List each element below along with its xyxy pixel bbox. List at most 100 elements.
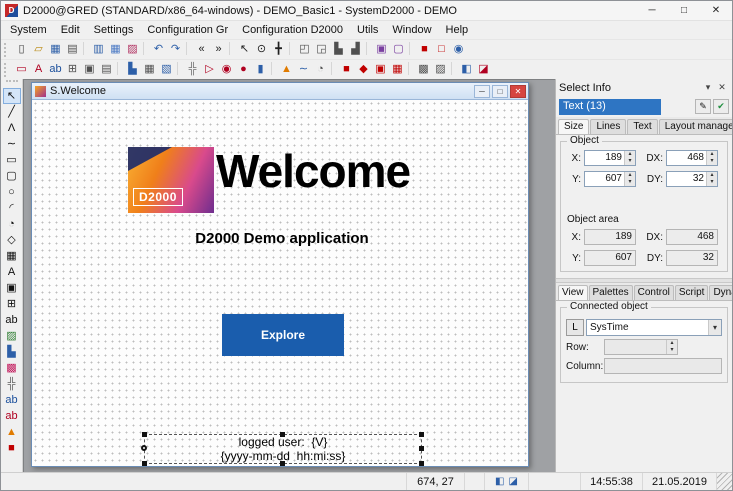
- selected-object-item[interactable]: Text (13): [559, 99, 661, 115]
- arc-tool-icon[interactable]: ◜: [3, 200, 21, 216]
- pie-tool-icon[interactable]: ◔: [3, 216, 21, 232]
- picture-canvas[interactable]: D2000 Welcome D2000 Demo application Exp…: [32, 100, 528, 466]
- child-close-button[interactable]: ✕: [510, 85, 526, 98]
- bitmap-tool-icon[interactable]: ▨: [3, 328, 21, 344]
- entry-field-object-icon[interactable]: ab: [47, 62, 64, 78]
- connected-object-combo[interactable]: SysTime ▾: [586, 319, 722, 336]
- doc-close-icon[interactable]: ◪: [475, 62, 492, 78]
- rectangle-tool-icon[interactable]: ▭: [3, 152, 21, 168]
- polygon-tool-icon[interactable]: ◇: [3, 232, 21, 248]
- tab-lines[interactable]: Lines: [590, 119, 626, 134]
- display-object-icon[interactable]: ▭: [13, 62, 30, 78]
- group-objects-icon[interactable]: ▣: [373, 42, 390, 58]
- text-tool-icon[interactable]: A: [3, 264, 21, 280]
- button-tool-icon[interactable]: ⊞: [3, 296, 21, 312]
- previous-picture-icon[interactable]: «: [193, 42, 210, 58]
- menu-item-utils[interactable]: Utils: [350, 21, 385, 39]
- tab-palettes[interactable]: Palettes: [589, 285, 633, 300]
- text-object-icon[interactable]: A: [30, 62, 47, 78]
- status-objects-icon[interactable]: ◪: [509, 476, 518, 487]
- panel-close-icon[interactable]: ✕: [715, 82, 729, 93]
- welcome-text-object[interactable]: Welcome: [216, 144, 410, 198]
- selected-text-object[interactable]: logged user: {V} {yyyy-mm-dd hh:mi:ss}: [144, 434, 422, 464]
- meter-object-icon[interactable]: ◔: [312, 62, 329, 78]
- line-tool-icon[interactable]: ╱: [3, 104, 21, 120]
- child-minimize-button[interactable]: ─: [474, 85, 490, 98]
- dy-spinbox[interactable]: 32▴▾: [666, 171, 718, 187]
- x-spinbox[interactable]: 189▴▾: [584, 150, 636, 166]
- object-info-icon[interactable]: ◉: [450, 42, 467, 58]
- window-titlebar[interactable]: D D2000@GRED (STANDARD/x86_64-windows) -…: [1, 1, 732, 21]
- align-left-icon[interactable]: ▙: [330, 42, 347, 58]
- bring-to-front-icon[interactable]: ◰: [296, 42, 313, 58]
- palette-grip[interactable]: [6, 80, 18, 87]
- redo-icon[interactable]: ↷: [167, 42, 184, 58]
- alarm-tool-icon[interactable]: ▲: [3, 424, 21, 440]
- send-to-back-icon[interactable]: ◲: [313, 42, 330, 58]
- grid-settings-icon[interactable]: ▦: [107, 42, 124, 58]
- ungroup-objects-icon[interactable]: ▢: [390, 42, 407, 58]
- layers-icon[interactable]: ▨: [432, 62, 449, 78]
- menu-item-edit[interactable]: Edit: [54, 21, 87, 39]
- checkbox-object-icon[interactable]: ▣: [81, 62, 98, 78]
- grid-tool-icon[interactable]: ▦: [3, 248, 21, 264]
- new-picture-icon[interactable]: ▯: [13, 42, 30, 58]
- pan-mode-icon[interactable]: ╋: [270, 42, 287, 58]
- mdi-workspace[interactable]: S.Welcome ─□✕ D2000 Welcome D2000 Demo a…: [23, 79, 555, 472]
- tab-script[interactable]: Script: [675, 285, 709, 300]
- curve-tool-icon[interactable]: ∼: [3, 136, 21, 152]
- align-right-icon[interactable]: ▟: [347, 42, 364, 58]
- toolbar-grip[interactable]: [4, 43, 9, 57]
- structure-tool-icon[interactable]: ■: [3, 440, 21, 456]
- open-picture-icon[interactable]: ▱: [30, 42, 47, 58]
- print-icon[interactable]: ▤: [64, 42, 81, 58]
- ellipse-tool-icon[interactable]: ○: [3, 184, 21, 200]
- entry-tool-icon[interactable]: ab: [3, 312, 21, 328]
- selection-anchor-handle[interactable]: [141, 445, 147, 451]
- graph-tool-icon[interactable]: ▙: [3, 344, 21, 360]
- disconnect-object-icon[interactable]: □: [433, 42, 450, 58]
- scheme-icon[interactable]: ▩: [415, 62, 432, 78]
- menu-item-window[interactable]: Window: [385, 21, 438, 39]
- tab-view[interactable]: View: [558, 285, 588, 300]
- select-mode-icon[interactable]: ↖: [236, 42, 253, 58]
- frame-object-icon[interactable]: ▣: [372, 62, 389, 78]
- next-picture-icon[interactable]: »: [210, 42, 227, 58]
- pipe-object-icon[interactable]: ╬: [184, 62, 201, 78]
- selection-handle[interactable]: [419, 432, 424, 437]
- connect-object-icon[interactable]: ■: [416, 42, 433, 58]
- confirm-icon[interactable]: ✔: [713, 99, 729, 114]
- alarm-object-icon[interactable]: ▲: [278, 62, 295, 78]
- combo-object-icon[interactable]: ▤: [98, 62, 115, 78]
- menu-item-settings[interactable]: Settings: [87, 21, 141, 39]
- trend-object-icon[interactable]: ∼: [295, 62, 312, 78]
- minimize-button[interactable]: ─: [636, 1, 668, 20]
- doc-info-icon[interactable]: ◧: [458, 62, 475, 78]
- grid-object-icon[interactable]: ▦: [389, 62, 406, 78]
- resize-grip[interactable]: [717, 473, 732, 490]
- frame-3d-tool-icon[interactable]: ▣: [3, 280, 21, 296]
- tab-dynamics[interactable]: Dynamics: [709, 285, 732, 300]
- pointer-tool-icon[interactable]: ↖: [3, 88, 21, 104]
- selection-handle[interactable]: [142, 432, 147, 437]
- explore-button[interactable]: Explore: [222, 314, 344, 356]
- zoom-mode-icon[interactable]: ⊙: [253, 42, 270, 58]
- tab-layout-manager[interactable]: Layout manager: [659, 119, 732, 134]
- y-spin-buttons[interactable]: ▴▾: [624, 172, 635, 186]
- tab-size[interactable]: Size: [558, 119, 589, 134]
- menu-item-configuration-gr[interactable]: Configuration Gr: [140, 21, 235, 39]
- x-spin-buttons[interactable]: ▴▾: [624, 151, 635, 165]
- valve-object-icon[interactable]: ▷: [201, 62, 218, 78]
- polyline-tool-icon[interactable]: Λ: [3, 120, 21, 136]
- link-object-icon[interactable]: ◆: [355, 62, 372, 78]
- logged-user-text[interactable]: logged user: {V}: [145, 435, 421, 449]
- close-button[interactable]: ✕: [700, 1, 732, 20]
- browser-object-icon[interactable]: ▧: [158, 62, 175, 78]
- undo-icon[interactable]: ↶: [150, 42, 167, 58]
- tab-text[interactable]: Text: [627, 119, 657, 134]
- selection-handle[interactable]: [419, 461, 424, 466]
- tank-object-icon[interactable]: ▮: [252, 62, 269, 78]
- rounded-rectangle-tool-icon[interactable]: ▢: [3, 168, 21, 184]
- selection-handle[interactable]: [280, 432, 285, 437]
- picture-settings-icon[interactable]: ▥: [90, 42, 107, 58]
